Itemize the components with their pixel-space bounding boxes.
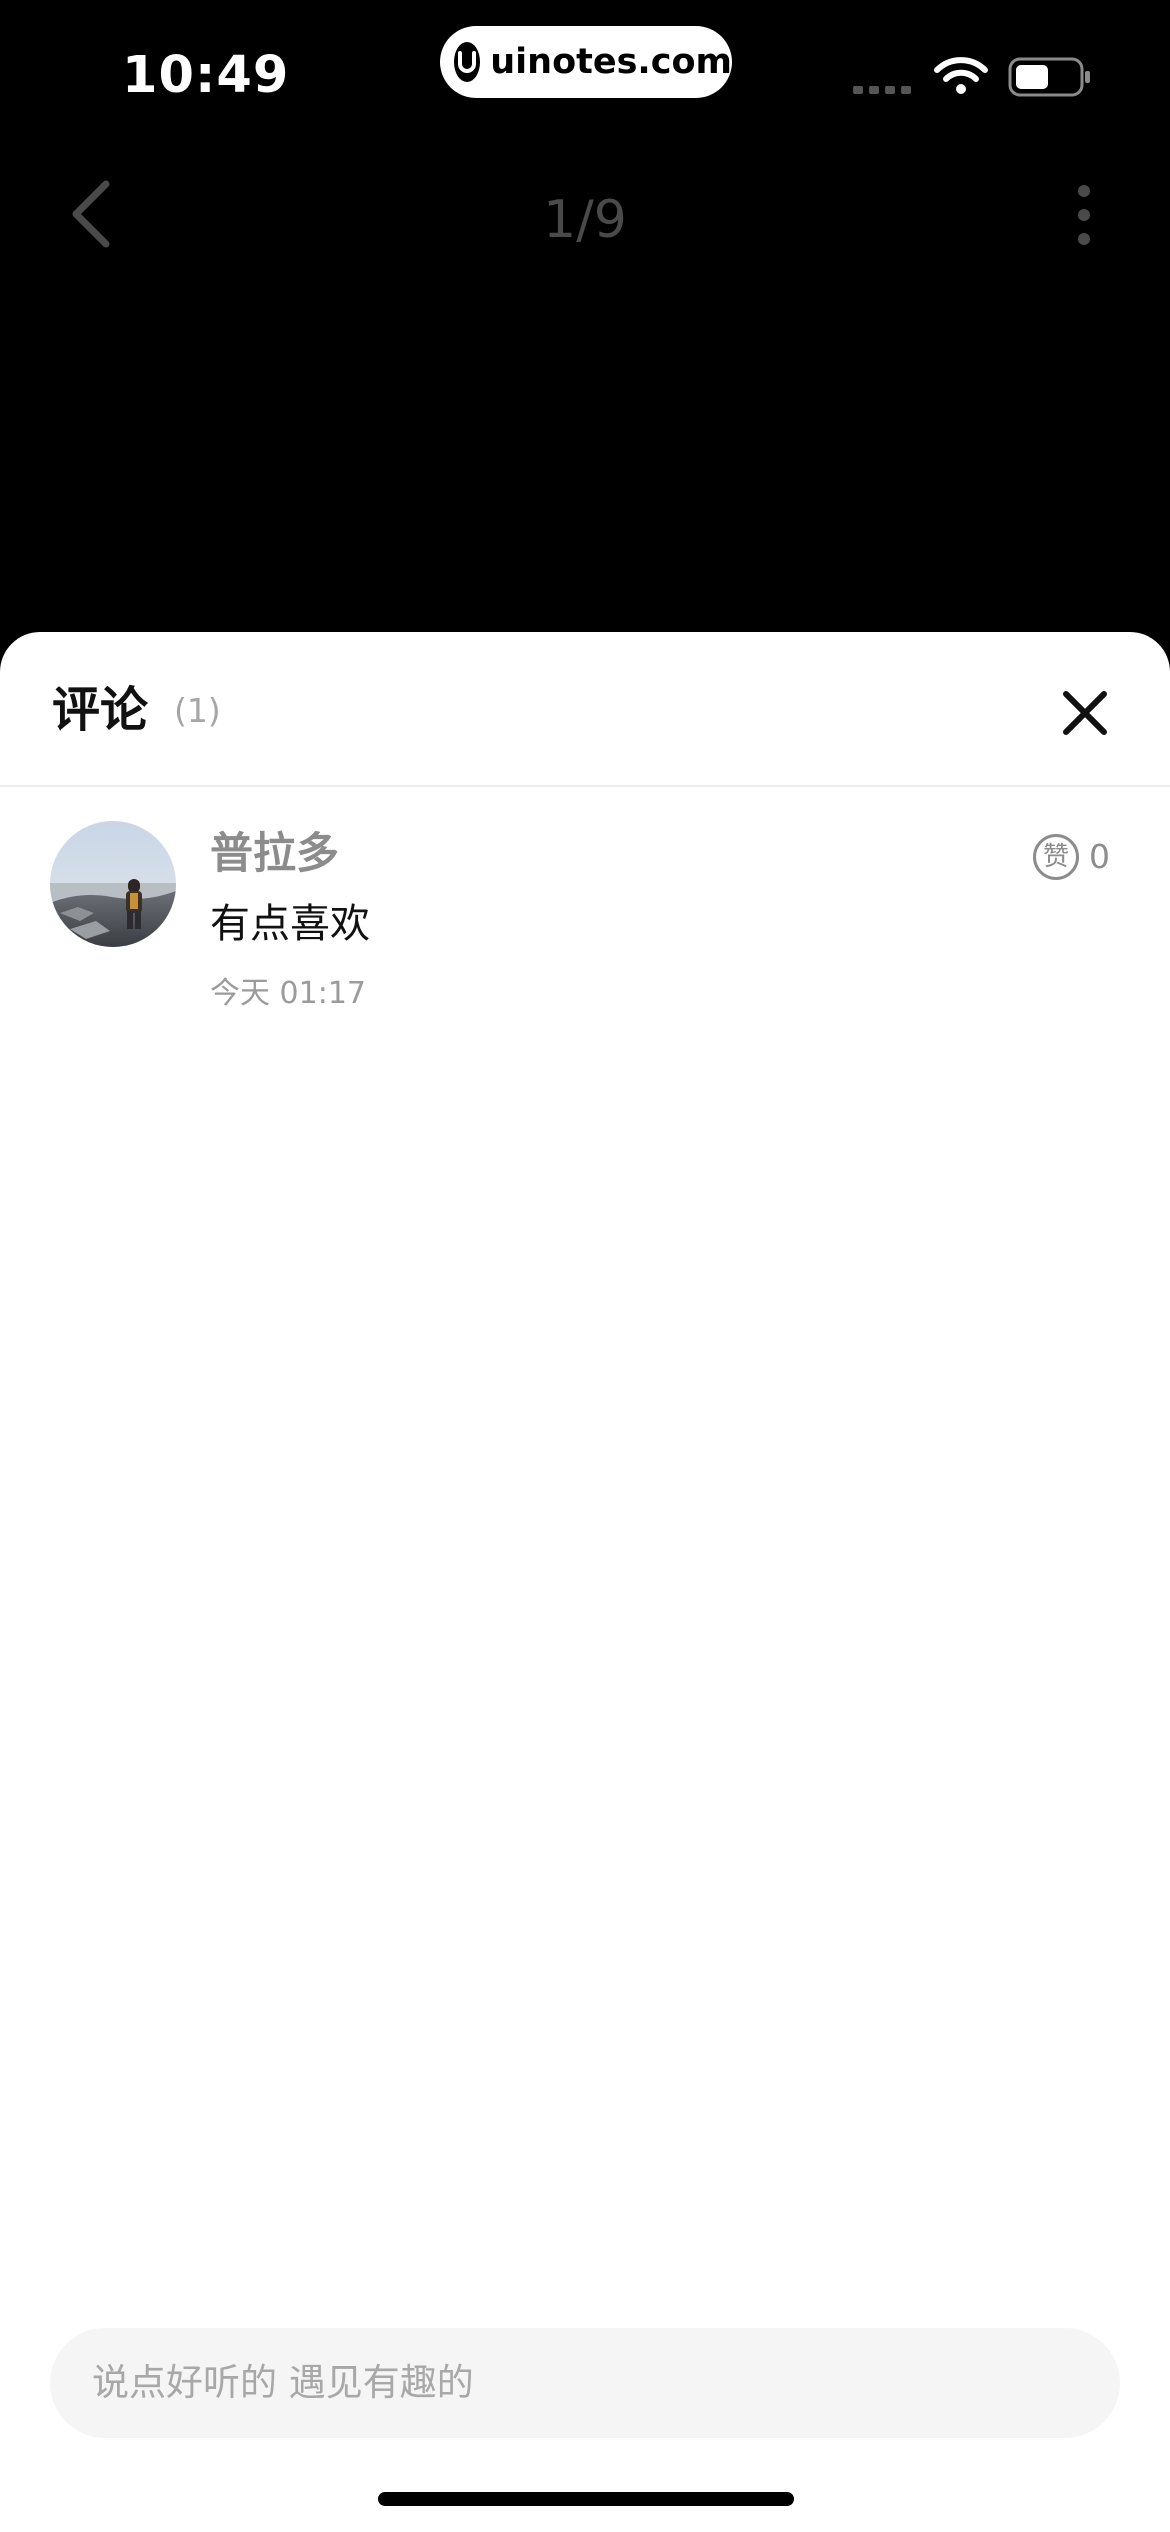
chevron-left-icon[interactable] [66, 178, 118, 250]
cell-signal-icon [853, 86, 911, 94]
comment-text: 有点喜欢 [210, 901, 370, 947]
sheet-divider [0, 785, 1170, 787]
comment-count: (1) [174, 691, 221, 730]
home-indicator [378, 2492, 794, 2506]
more-vertical-icon[interactable] [1072, 184, 1096, 246]
like-count: 0 [1089, 837, 1110, 876]
comments-sheet: 评论 (1) 普拉多 有点喜欢 今天 01:17 赞 0 说点好听的 遇见有趣的 [0, 632, 1170, 2532]
sheet-title: 评论 [52, 682, 149, 738]
comment-input[interactable]: 说点好听的 遇见有趣的 [50, 2328, 1120, 2438]
comment-item[interactable]: 普拉多 有点喜欢 今天 01:17 赞 0 [0, 812, 1170, 1042]
comment-input-placeholder: 说点好听的 遇见有趣的 [92, 2361, 474, 2404]
status-time: 10:49 [122, 46, 290, 105]
close-icon[interactable] [1054, 682, 1116, 744]
watermark-text: uinotes.com [490, 42, 732, 82]
status-bar: 10:49 uinotes.com [0, 0, 1170, 150]
like-button[interactable]: 赞 0 [1033, 834, 1110, 880]
wifi-icon [934, 57, 988, 94]
page-counter: 1/9 [543, 190, 627, 250]
battery-icon [1008, 57, 1090, 97]
comment-author[interactable]: 普拉多 [210, 824, 339, 884]
comment-time: 今天 01:17 [210, 976, 366, 1011]
watermark-badge: uinotes.com [440, 26, 732, 98]
like-icon: 赞 [1033, 834, 1079, 880]
watermark-logo-icon [454, 42, 481, 82]
avatar[interactable] [50, 821, 176, 947]
